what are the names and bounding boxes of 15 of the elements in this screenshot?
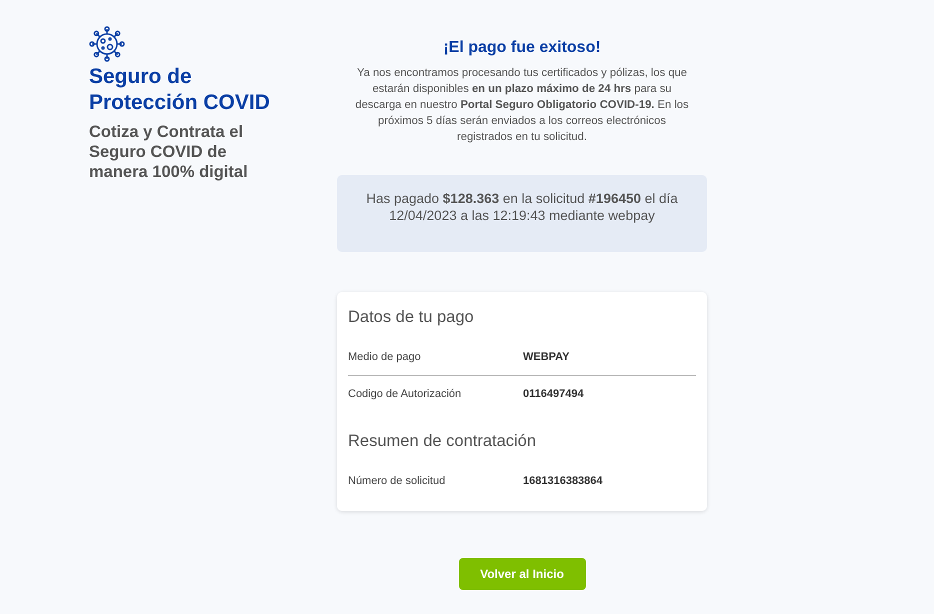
success-title: ¡El pago fue exitoso!: [443, 39, 601, 57]
brand-subtitle: Cotiza y Contrata el Seguro COVID de manera 100% digital: [89, 122, 249, 182]
home-button[interactable]: Volver al Inicio: [458, 558, 586, 590]
field-label: Número de solicitud: [348, 475, 446, 487]
virus-icon: [89, 26, 125, 62]
field-value: 0116497494: [523, 388, 584, 400]
field-label: Codigo de Autorización: [348, 388, 462, 400]
section-title: Resumen de contratación: [348, 432, 538, 451]
field-label: Medio de pago: [348, 351, 422, 363]
section-title: Datos de tu pago: [348, 308, 475, 327]
field-value: WEBPAY: [523, 351, 570, 363]
brand-title: Seguro de Protección COVID: [89, 64, 271, 116]
payment-notice: Has pagado $128.363 en la solicitud #196450 el día 12/04/2023 a las 12:19:43 mediante webpay: [337, 175, 707, 252]
field-value: 1681316383864: [523, 475, 603, 487]
success-message: Ya nos encontramos procesando tus certificados y pólizas, los que estarán disponibles en un plazo máximo de 24 hrs para su descarga en nuestro Portal Seguro Obligatorio COVID-19. En los próximos 5 días serán enviados a los correos electrónicos registrados en tu solicitud.: [354, 66, 690, 145]
